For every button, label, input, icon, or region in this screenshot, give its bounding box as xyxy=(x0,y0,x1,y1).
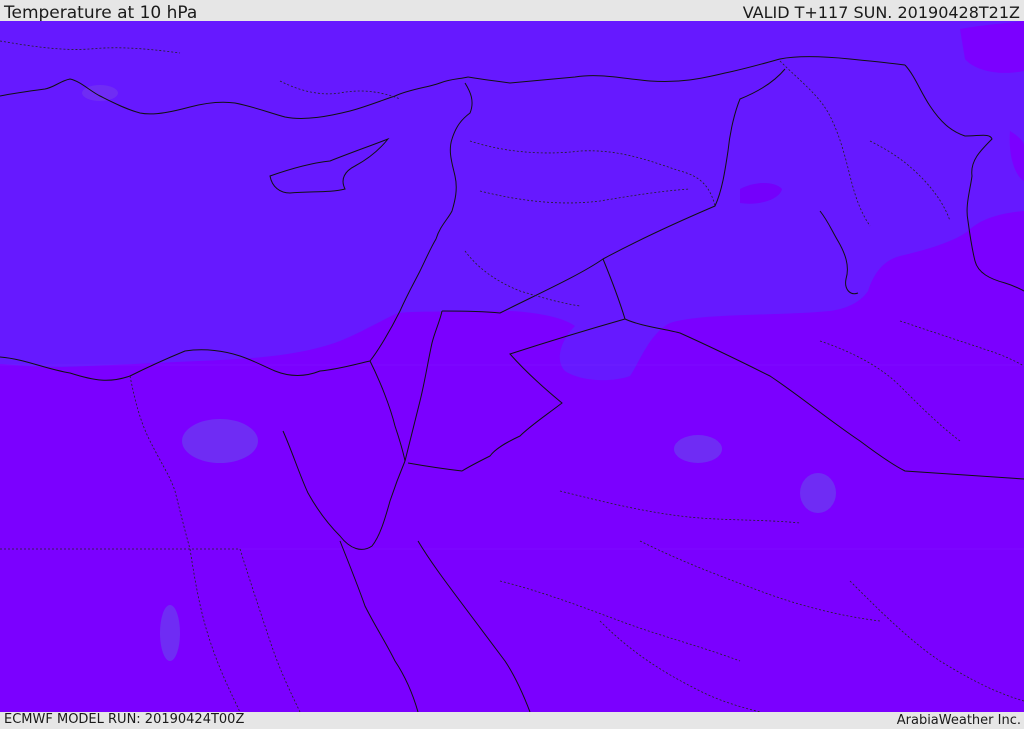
egypt-cool-patch xyxy=(160,605,180,661)
weather-map[interactable] xyxy=(0,21,1024,712)
saudi-cool-patch xyxy=(800,473,836,513)
jordan-cool-patch xyxy=(674,435,722,463)
credit-label: ArabiaWeather Inc. xyxy=(896,713,1021,728)
footer-bar: ECMWF MODEL RUN: 20190424T00Z ArabiaWeat… xyxy=(0,712,1024,729)
valid-time-label: VALID T+117 SUN. 20190428T21Z xyxy=(742,3,1020,22)
sinai-cool-patch xyxy=(182,419,258,463)
model-run-label: ECMWF MODEL RUN: 20190424T00Z xyxy=(4,712,245,727)
header-bar: Temperature at 10 hPa VALID T+117 SUN. 2… xyxy=(0,0,1024,23)
aegean-patch xyxy=(82,85,118,101)
map-canvas xyxy=(0,21,1024,712)
map-title: Temperature at 10 hPa xyxy=(4,3,198,23)
